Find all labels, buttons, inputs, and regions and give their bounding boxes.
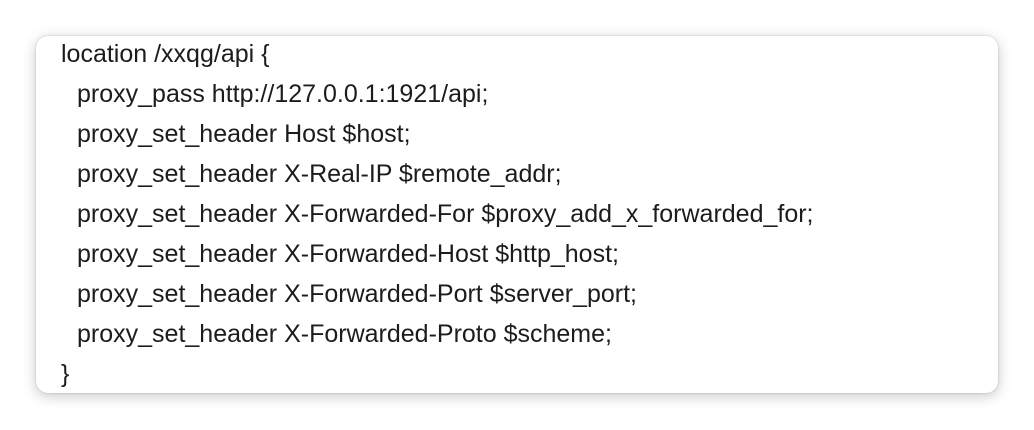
code-card: location /xxqg/api { proxy_pass http://1…: [36, 36, 998, 393]
code-line-proxy-pass: proxy_pass http://127.0.0.1:1921/api;: [77, 80, 489, 108]
code-line-header-forwarded-for: proxy_set_header X-Forwarded-For $proxy_…: [77, 200, 814, 228]
code-line-header-host: proxy_set_header Host $host;: [77, 120, 411, 148]
code-line-location: location /xxqg/api {: [61, 40, 270, 68]
screenshot-canvas: location /xxqg/api { proxy_pass http://1…: [0, 0, 1034, 430]
code-line-header-forwarded-port: proxy_set_header X-Forwarded-Port $serve…: [77, 280, 637, 308]
code-line-header-forwarded-host: proxy_set_header X-Forwarded-Host $http_…: [77, 240, 619, 268]
code-line-header-real-ip: proxy_set_header X-Real-IP $remote_addr;: [77, 160, 562, 188]
nginx-config-code: location /xxqg/api { proxy_pass http://1…: [61, 34, 814, 394]
code-line-header-forwarded-proto: proxy_set_header X-Forwarded-Proto $sche…: [77, 320, 612, 348]
code-line-closing-brace: }: [61, 360, 70, 388]
